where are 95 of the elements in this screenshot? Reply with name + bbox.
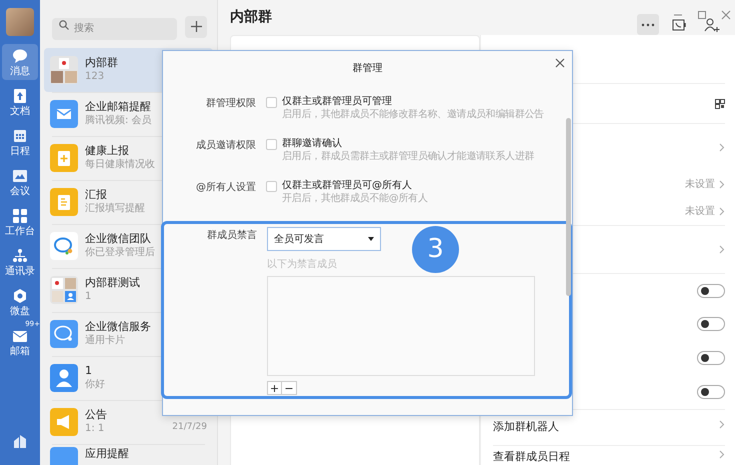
chat-item[interactable]: 应用提醒 (44, 444, 213, 465)
chat-title: 企业微信团队 (85, 232, 152, 246)
caret-icon (368, 237, 374, 241)
toggle-switch[interactable] (697, 385, 725, 399)
option-description: 开启后，其他群成员不能@所有人 (282, 192, 428, 205)
message-preview: 每日健康情况收 (85, 158, 155, 171)
chat-item[interactable]: 1 你好 (44, 356, 213, 400)
maximize-icon[interactable] (697, 10, 707, 20)
setting-label: 查看群成员日程 (493, 450, 570, 464)
chat-title: 汇报 (85, 188, 108, 202)
checkbox[interactable] (266, 139, 277, 150)
chat-item[interactable]: 公告 1: 1 21/7/29 (44, 400, 213, 444)
more-button[interactable] (637, 14, 659, 35)
chat-title: 健康上报 (85, 144, 130, 158)
nav-item[interactable]: 会议 (2, 164, 38, 200)
close-icon[interactable] (721, 10, 731, 20)
setting-value: 未设置 (685, 178, 715, 192)
phone-screen-icon (672, 18, 688, 30)
nav-item[interactable]: 微盘 (2, 284, 38, 320)
chevron-right-icon (719, 245, 725, 254)
chat-item[interactable]: 企业微信服务 通用卡片 (44, 312, 213, 356)
message-preview: 123 (85, 70, 106, 83)
chat-bubble-icon (50, 320, 78, 348)
setting-value: 未设置 (685, 204, 715, 219)
chat-bubble-icon (12, 48, 28, 64)
chat-bubble-icon (50, 232, 78, 260)
qr-code-icon (715, 98, 725, 108)
message-preview: 通用卡片 (85, 334, 126, 347)
scrollbar-thumb[interactable] (566, 118, 571, 296)
chevron-right-icon (719, 450, 725, 459)
add-person-icon (704, 16, 720, 32)
org-chart-icon (12, 248, 28, 264)
close-icon[interactable] (554, 57, 566, 69)
chat-title: 企业微信服务 (85, 320, 151, 334)
toggle-switch[interactable] (697, 351, 725, 365)
option-label: 群成员禁言 (206, 228, 257, 243)
document-icon (12, 88, 28, 104)
message-preview: 1 (85, 290, 92, 303)
option-label: @所有人设置 (195, 180, 256, 195)
chat-title: 内部群测试 (85, 276, 140, 290)
message-preview: 你已登录管理后 (85, 246, 155, 259)
plus-icon (190, 21, 202, 32)
toggle-switch[interactable] (697, 284, 725, 298)
option-description: 启用后，群成员需群主或群管理员确认才能邀请联系人进群 (282, 150, 534, 163)
option-label: 群管理权限 (205, 96, 256, 111)
checkbox[interactable] (266, 97, 277, 108)
chat-title: 应用提醒 (85, 446, 129, 460)
option-description: 启用后，其他群成员不能修改群名称、邀请成员和编辑群公告 (282, 108, 544, 121)
option-title: 仅群主或群管理员可管理 (282, 95, 393, 108)
mountain-icon (12, 168, 28, 184)
option-label: 成员邀请权限 (195, 138, 256, 153)
checkbox[interactable] (266, 181, 277, 192)
chat-title: 企业邮箱提醒 (85, 100, 152, 114)
group-avatar-drawing (50, 276, 78, 304)
nav-item[interactable]: 通讯录 (2, 244, 38, 280)
step-badge: 3 (412, 226, 459, 273)
chat-title: 内部群 (85, 56, 118, 70)
grid-icon (12, 208, 28, 224)
timestamp: 21/7/29 (172, 421, 207, 434)
group-avatar-drawing (50, 56, 78, 84)
add-button[interactable] (185, 16, 207, 38)
megaphone-icon (50, 408, 78, 436)
chat-title: 公告 (85, 408, 107, 422)
clipboard-plus-icon (50, 144, 78, 172)
nav-item[interactable]: 工作台 (2, 204, 38, 240)
nav-item[interactable]: 文档 (2, 84, 38, 120)
search-field[interactable]: 搜索 (52, 18, 177, 40)
add-button[interactable]: + (267, 381, 282, 395)
setting-label: 添加群机器人 (493, 420, 559, 434)
chat-title: 内部群 (230, 8, 272, 27)
remove-button[interactable]: − (282, 381, 297, 395)
envelope-icon (50, 100, 78, 128)
chevron-right-icon (719, 420, 725, 429)
select-field[interactable]: 全员可发言 (267, 227, 381, 251)
nav-item[interactable]: 日程 (2, 124, 38, 160)
chevron-right-icon (719, 143, 725, 152)
document-icon (50, 188, 78, 216)
chevron-right-icon (719, 180, 725, 189)
message-preview: 汇报填写提醒 (85, 202, 145, 215)
message-preview: 1: 1 (85, 422, 106, 435)
hexagon-icon (12, 288, 28, 304)
toggle-switch[interactable] (697, 317, 725, 331)
more-icon (641, 22, 655, 26)
chat-title: 1 (85, 364, 93, 378)
calendar-icon (12, 128, 28, 144)
person-icon (50, 364, 78, 392)
option-title: 仅群主或群管理员可@所有人 (282, 179, 413, 192)
message-preview: 腾讯视频: 会员 (85, 114, 152, 127)
dialog-title: 群管理 (352, 63, 382, 74)
building-icon (12, 433, 28, 449)
option-title: 群聊邀请确认 (282, 137, 343, 150)
chevron-right-icon (719, 207, 725, 216)
search-icon (59, 20, 69, 30)
message-preview: 你好 (85, 378, 105, 391)
list-caption: 以下为禁言成员 (267, 258, 337, 272)
